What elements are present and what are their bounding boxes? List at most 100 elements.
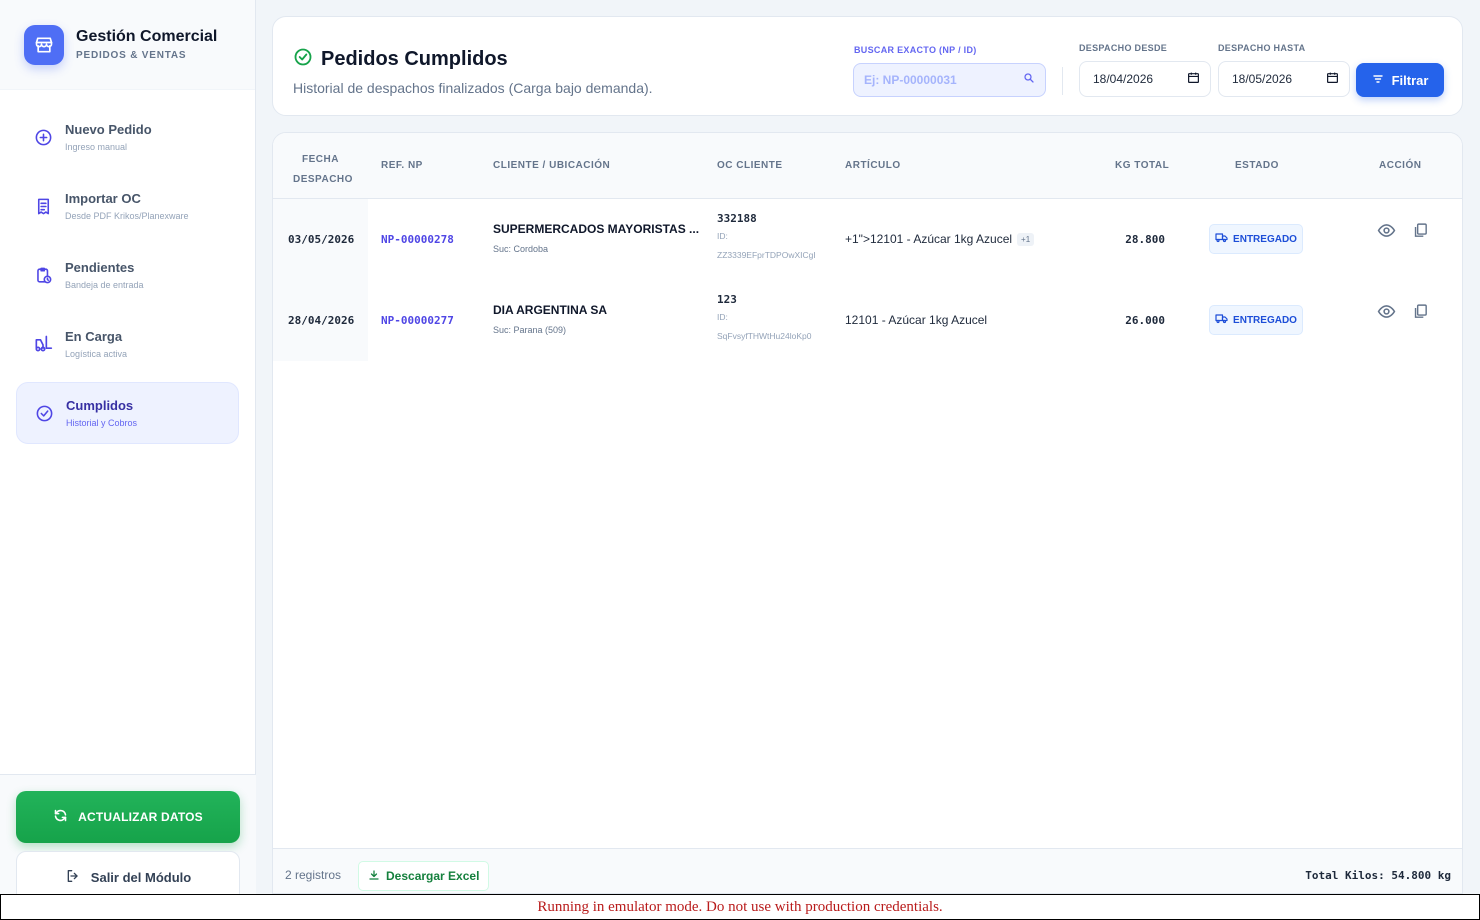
from-date-input[interactable]: 18/04/2026	[1079, 61, 1211, 97]
sidebar-item-label: En Carga	[65, 329, 123, 344]
sidebar-item-importar-oc[interactable]: Importar OC Desde PDF Krikos/Planexware	[16, 175, 239, 237]
copy-icon[interactable]	[1410, 220, 1430, 240]
table-row[interactable]: 03/05/2026 NP-00000278 SUPERMERCADOS MAY…	[273, 199, 1462, 280]
calendar-icon[interactable]	[1187, 71, 1200, 87]
kg-total: 26.000	[1125, 314, 1165, 327]
record-count: 2 registros	[285, 868, 342, 882]
column-header-articulo: ARTÍCULO	[845, 160, 901, 171]
sidebar-item-label: Pendientes	[65, 260, 135, 275]
oc-id: ZZ3339EFprTDPOwXICgI	[717, 250, 816, 260]
dispatch-date: 28/04/2026	[288, 314, 355, 327]
store-icon	[24, 24, 64, 65]
column-header-estado: ESTADO	[1235, 160, 1279, 171]
emulator-warning-banner: Running in emulator mode. Do not use wit…	[0, 894, 1480, 920]
article-cell: +1">12101 - Azúcar 1kg Azucel +1	[845, 232, 1035, 246]
receipt-icon	[32, 195, 54, 217]
sidebar-item-en-carga[interactable]: En Carga Logística activa	[16, 313, 239, 375]
view-eye-icon[interactable]	[1376, 220, 1396, 240]
dispatch-date: 03/05/2026	[288, 233, 355, 246]
column-header-fecha-line2: DESPACHO	[293, 174, 353, 185]
column-header-fecha-line1: FECHA	[302, 154, 339, 165]
from-date-label: DESPACHO DESDE	[1079, 43, 1168, 53]
column-header-fecha: FECHA DESPACHO	[293, 150, 353, 190]
status-label: ENTREGADO	[1233, 314, 1297, 326]
page-title: Pedidos Cumplidos	[321, 48, 508, 70]
filter-button-label: Filtrar	[1391, 72, 1429, 88]
sidebar: Gestión Comercial PEDIDOS & VENTAS Nuevo…	[0, 0, 256, 903]
download-excel-label: Descargar Excel	[386, 869, 480, 883]
row-actions	[1376, 301, 1430, 321]
filter-button[interactable]: Filtrar	[1356, 63, 1444, 97]
oc-cell: 123 ID: SqFvsyfTHWtHu24loKp0	[717, 293, 811, 346]
sidebar-item-sub: Bandeja de entrada	[65, 280, 144, 290]
order-ref-link[interactable]: NP-00000278	[381, 233, 454, 246]
table-header: FECHA DESPACHO REF. NP CLIENTE / UBICACI…	[273, 133, 1462, 199]
sidebar-item-cumplidos[interactable]: Cumplidos Historial y Cobros	[16, 382, 239, 444]
page-description: Historial de despachos finalizados (Carg…	[293, 80, 653, 96]
sidebar-item-sub: Historial y Cobros	[66, 418, 138, 428]
refresh-data-label: ACTUALIZAR DATOS	[78, 810, 203, 824]
order-ref-link[interactable]: NP-00000277	[381, 314, 454, 327]
truck-icon	[1215, 232, 1228, 246]
client-branch: Suc: Parana (509)	[493, 325, 567, 335]
client-cell: SUPERMERCADOS MAYORISTAS ... Suc: Cordob…	[493, 222, 699, 254]
download-icon	[368, 869, 380, 884]
forklift-icon	[32, 333, 54, 355]
article-name: 12101 - Azúcar 1kg Azucel	[845, 313, 988, 327]
copy-icon[interactable]	[1410, 301, 1430, 321]
client-name: DIA ARGENTINA SA	[493, 303, 607, 317]
sidebar-nav: Nuevo Pedido Ingreso manual Importar OC …	[0, 90, 255, 467]
total-kilos: Total Kilos: 54.800 kg	[1305, 869, 1451, 882]
oc-id: SqFvsyfTHWtHu24loKp0	[717, 331, 812, 341]
brand-title: Gestión Comercial	[76, 28, 218, 45]
to-date-label: DESPACHO HASTA	[1218, 43, 1306, 53]
refresh-icon	[53, 808, 68, 826]
oc-cell: 332188 ID: ZZ3339EFprTDPOwXICgI	[717, 212, 816, 265]
article-extra-count: +1	[1017, 232, 1035, 246]
from-date-value: 18/04/2026	[1093, 72, 1154, 86]
search-field[interactable]	[853, 63, 1046, 97]
sidebar-footer: ACTUALIZAR DATOS Salir del Módulo	[0, 774, 256, 903]
column-header-oc: OC CLIENTE	[717, 160, 783, 171]
client-branch: Suc: Cordoba	[493, 244, 549, 254]
column-header-accion: ACCIÓN	[1379, 160, 1422, 171]
brand: Gestión Comercial PEDIDOS & VENTAS	[0, 0, 255, 90]
status-label: ENTREGADO	[1233, 233, 1297, 245]
to-date-input[interactable]: 18/05/2026	[1218, 61, 1350, 97]
column-header-kg: KG TOTAL	[1115, 160, 1170, 171]
truck-icon	[1215, 313, 1228, 327]
sidebar-item-label: Nuevo Pedido	[65, 122, 152, 137]
sidebar-item-label: Cumplidos	[66, 398, 134, 413]
table-row[interactable]: 28/04/2026 NP-00000277 DIA ARGENTINA SA …	[273, 280, 1462, 361]
calendar-icon[interactable]	[1326, 71, 1339, 87]
filter-icon	[1372, 73, 1384, 88]
view-eye-icon[interactable]	[1376, 301, 1396, 321]
divider	[1062, 67, 1063, 95]
orders-table: FECHA DESPACHO REF. NP CLIENTE / UBICACI…	[272, 132, 1463, 894]
sidebar-item-label: Importar OC	[65, 191, 141, 206]
logout-icon	[65, 868, 81, 887]
status-badge: ENTREGADO	[1209, 305, 1303, 335]
client-cell: DIA ARGENTINA SA Suc: Parana (509)	[493, 303, 607, 335]
sidebar-item-pendientes[interactable]: Pendientes Bandeja de entrada	[16, 244, 239, 306]
search-label: BUSCAR EXACTO (NP / ID)	[854, 45, 977, 55]
search-input[interactable]	[864, 73, 1014, 87]
sidebar-item-sub: Ingreso manual	[65, 142, 128, 152]
search-icon	[1023, 71, 1035, 89]
oc-id-label: ID:	[717, 312, 728, 322]
sidebar-item-sub: Desde PDF Krikos/Planexware	[65, 211, 189, 221]
refresh-data-button[interactable]: ACTUALIZAR DATOS	[16, 791, 240, 843]
client-name: SUPERMERCADOS MAYORISTAS ...	[493, 222, 700, 236]
row-actions	[1376, 220, 1430, 240]
to-date-value: 18/05/2026	[1232, 72, 1293, 86]
column-header-cliente: CLIENTE / UBICACIÓN	[493, 160, 611, 171]
check-circle-icon	[293, 47, 313, 72]
kg-total: 28.800	[1125, 233, 1165, 246]
oc-id-label: ID:	[717, 231, 728, 241]
article-name: +1">12101 - Azúcar 1kg Azucel	[845, 232, 1013, 246]
sidebar-item-nuevo-pedido[interactable]: Nuevo Pedido Ingreso manual	[16, 106, 239, 168]
exit-module-label: Salir del Módulo	[90, 869, 192, 885]
download-excel-button[interactable]: Descargar Excel	[358, 861, 490, 891]
check-circle-icon	[33, 402, 55, 424]
status-badge: ENTREGADO	[1209, 224, 1303, 254]
